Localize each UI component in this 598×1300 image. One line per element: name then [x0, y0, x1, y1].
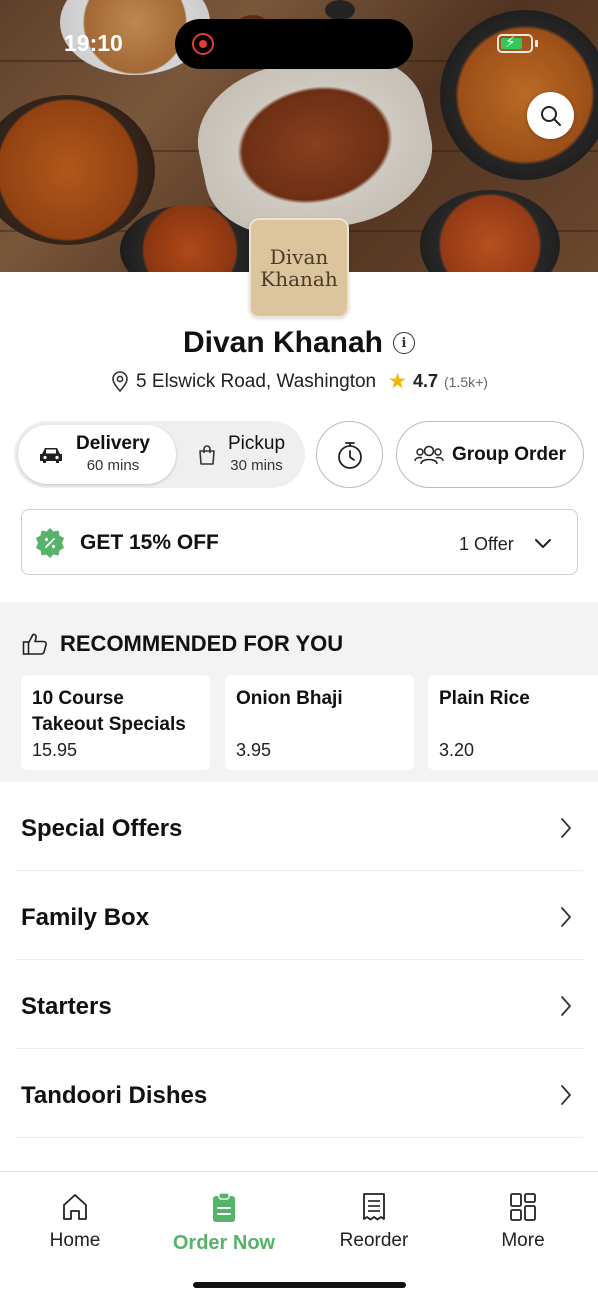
battery-cap — [535, 40, 538, 47]
group-order-button[interactable]: Group Order — [396, 421, 584, 488]
group-order-label: Group Order — [451, 443, 566, 465]
group-icon — [414, 445, 444, 464]
home-icon — [63, 1194, 87, 1220]
search-icon — [540, 105, 561, 126]
offer-title: GET 15% OFF — [80, 531, 219, 554]
category-row-special-offers[interactable]: Special Offers — [16, 782, 583, 871]
chevron-right-icon — [561, 818, 571, 838]
category-label: Special Offers — [21, 815, 183, 842]
pickup-option[interactable]: Pickup 30 mins — [184, 425, 302, 484]
bag-icon — [199, 444, 215, 465]
bottom-nav: Home Order Now Reorder More — [0, 1171, 598, 1300]
restaurant-logo: Divan Khanah — [249, 218, 349, 318]
grid-icon — [510, 1193, 536, 1221]
delivery-time: 60 mins — [86, 456, 140, 474]
search-button[interactable] — [527, 92, 574, 139]
nav-order-now-label: Order Now — [172, 1232, 276, 1254]
status-time: 19:10 — [64, 30, 123, 56]
chevron-right-icon — [561, 996, 571, 1016]
nav-more[interactable]: More — [453, 1192, 593, 1252]
order-icon — [213, 1192, 235, 1222]
delivery-label: Delivery — [76, 432, 150, 454]
chevron-right-icon — [561, 907, 571, 927]
recommended-item-card[interactable]: 10 Course Takeout Specials 15.95 — [21, 675, 210, 770]
home-indicator — [193, 1282, 406, 1288]
stopwatch-icon — [337, 441, 362, 469]
thumbs-up-icon — [22, 633, 47, 655]
nav-reorder-label: Reorder — [339, 1230, 409, 1251]
pickup-time: 30 mins — [230, 456, 283, 474]
delivery-option[interactable]: Delivery 60 mins — [18, 425, 176, 484]
logo-text-line2: Khanah — [260, 267, 338, 291]
recommended-item-card[interactable]: Onion Bhaji 3.95 — [225, 675, 414, 770]
restaurant-name: Divan Khanah — [182, 326, 384, 359]
location-pin-icon — [112, 370, 128, 392]
offer-bar[interactable]: GET 15% OFF 1 Offer — [21, 509, 578, 575]
chevron-down-icon — [535, 539, 551, 548]
pickup-label: Pickup — [228, 432, 286, 454]
dynamic-island — [175, 19, 413, 69]
receipt-icon — [363, 1193, 385, 1221]
nav-home-label: Home — [49, 1230, 101, 1251]
recommended-item-price: 15.95 — [32, 740, 78, 760]
category-row-tandoori-dishes[interactable]: Tandoori Dishes — [16, 1049, 583, 1138]
chevron-right-icon — [561, 1085, 571, 1105]
offer-count: 1 Offer — [459, 534, 514, 554]
category-label: Tandoori Dishes — [21, 1082, 208, 1109]
nav-order-now[interactable]: Order Now — [154, 1192, 294, 1255]
recommended-item-price: 3.95 — [236, 740, 272, 760]
review-count: (1.5k+) — [443, 373, 488, 390]
recommended-item-name: Plain Rice — [439, 688, 530, 709]
nav-home[interactable]: Home — [5, 1192, 145, 1252]
nav-more-label: More — [501, 1230, 545, 1251]
discount-badge-icon — [36, 528, 64, 558]
star-icon: ★ — [388, 370, 407, 393]
logo-text-line1: Divan — [269, 245, 329, 269]
recommended-header: RECOMMENDED FOR YOU — [22, 631, 343, 657]
category-label: Family Box — [21, 904, 150, 931]
recommended-heading: RECOMMENDED FOR YOU — [60, 631, 344, 656]
nav-reorder[interactable]: Reorder — [304, 1192, 444, 1252]
restaurant-title-row: Divan Khanah i — [0, 326, 598, 360]
category-label: Starters — [21, 993, 112, 1020]
car-icon — [40, 447, 62, 463]
restaurant-rating: 4.7 — [412, 371, 438, 391]
recommended-item-name: Onion Bhaji — [236, 688, 343, 709]
schedule-button[interactable] — [316, 421, 383, 488]
delivery-pickup-toggle: Delivery 60 mins Pickup 30 mins — [14, 421, 305, 488]
category-row-family-box[interactable]: Family Box — [16, 871, 583, 960]
recommended-item-card[interactable]: Plain Rice 3.20 — [428, 675, 598, 770]
category-row-starters[interactable]: Starters — [16, 960, 583, 1049]
address-row: 5 Elswick Road, Washington ★ 4.7 (1.5k+) — [0, 369, 598, 394]
charging-bolt-icon: ⚡ — [505, 34, 516, 51]
recommended-section: RECOMMENDED FOR YOU 10 Course Takeout Sp… — [0, 602, 598, 782]
recommended-item-price: 3.20 — [439, 740, 475, 760]
info-icon[interactable]: i — [393, 332, 416, 354]
recording-indicator-icon — [192, 33, 214, 55]
restaurant-address[interactable]: 5 Elswick Road, Washington — [136, 371, 376, 393]
recommended-item-name: 10 Course Takeout Specials — [32, 688, 186, 735]
